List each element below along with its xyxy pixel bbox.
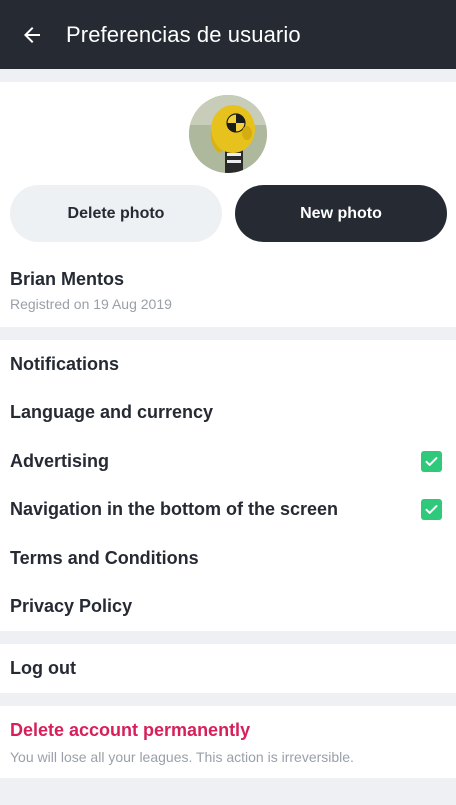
- app-bar: Preferencias de usuario: [0, 0, 456, 69]
- back-button[interactable]: [0, 0, 64, 69]
- photo-buttons: Delete photo New photo: [10, 185, 447, 242]
- avatar[interactable]: [189, 95, 267, 173]
- crash-test-dummy-avatar: [189, 95, 267, 173]
- profile-card: Delete photo New photo Brian Mentos Regi…: [0, 82, 456, 327]
- section-divider: [0, 693, 456, 706]
- new-photo-button[interactable]: New photo: [235, 185, 447, 242]
- setting-terms[interactable]: Terms and Conditions: [0, 534, 456, 583]
- setting-label: Privacy Policy: [10, 596, 133, 617]
- logout-button[interactable]: Log out: [0, 644, 456, 693]
- arrow-left-icon: [24, 26, 40, 43]
- setting-advertising[interactable]: Advertising: [0, 437, 456, 486]
- section-divider: [0, 631, 456, 644]
- setting-label: Terms and Conditions: [10, 547, 199, 568]
- setting-label: Navigation in the bottom of the screen: [10, 499, 339, 520]
- delete-account-title: Delete account permanently: [10, 720, 251, 740]
- setting-bottom-navigation[interactable]: Navigation in the bottom of the screen: [0, 486, 456, 535]
- section-divider: [0, 327, 456, 340]
- delete-photo-button[interactable]: Delete photo: [10, 185, 222, 242]
- section-divider: [0, 69, 456, 82]
- settings-list: Notifications Language and currency Adve…: [0, 340, 456, 631]
- user-name: Brian Mentos: [10, 269, 125, 289]
- setting-label: Notifications: [10, 353, 120, 374]
- setting-label: Advertising: [10, 450, 110, 471]
- registration-date: Registred on 19 Aug 2019: [10, 296, 172, 312]
- advertising-checkbox[interactable]: [421, 450, 442, 472]
- setting-notifications[interactable]: Notifications: [0, 340, 456, 389]
- logout-label: Log out: [10, 658, 76, 678]
- checkmark-icon: [425, 505, 438, 515]
- delete-account-description: You will lose all your leagues. This act…: [10, 749, 354, 765]
- bottom-navigation-checkbox[interactable]: [421, 499, 442, 521]
- setting-privacy[interactable]: Privacy Policy: [0, 583, 456, 632]
- delete-account-button[interactable]: Delete account permanently You will lose…: [0, 706, 456, 778]
- setting-language-currency[interactable]: Language and currency: [0, 389, 456, 438]
- checkmark-icon: [425, 456, 438, 466]
- page-title: Preferencias de usuario: [66, 21, 301, 47]
- setting-label: Language and currency: [10, 402, 214, 423]
